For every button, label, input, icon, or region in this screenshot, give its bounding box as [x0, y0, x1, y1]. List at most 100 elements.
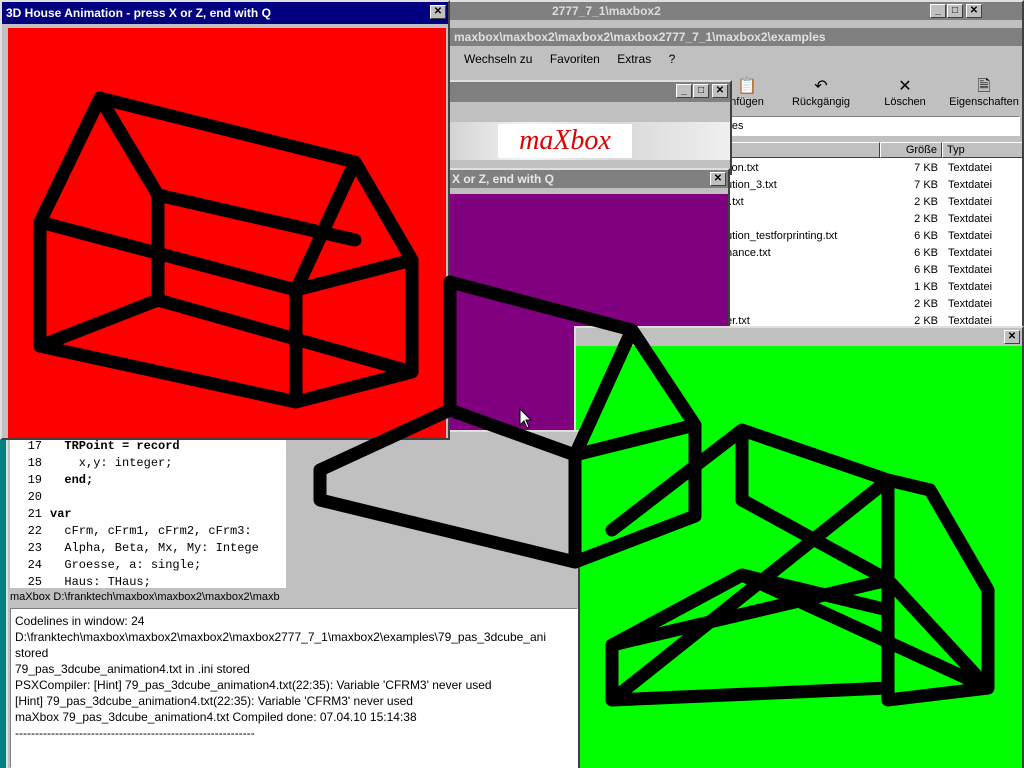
- minimize-button[interactable]: _: [676, 84, 692, 98]
- output-line: maXbox 79_pas_3dcube_animation4.txt Comp…: [15, 710, 417, 724]
- output-line: [Hint] 79_pas_3dcube_animation4.txt(22:3…: [15, 694, 413, 708]
- file-type: Textdatei: [948, 179, 993, 191]
- close-button[interactable]: ✕: [966, 4, 982, 18]
- output-line: PSXCompiler: [Hint] 79_pas_3dcube_animat…: [15, 678, 492, 692]
- column-type-label: Typ: [947, 144, 965, 156]
- code-line[interactable]: 20: [10, 489, 50, 506]
- maxbox-banner: maXbox: [442, 122, 730, 160]
- column-header-size[interactable]: Größe: [880, 142, 942, 158]
- code-line[interactable]: 22 cFrm, cFrm1, cFrm2, cFrm3:: [10, 523, 252, 540]
- maxbox-window[interactable]: _ □ ✕ maXbox: [440, 80, 732, 175]
- file-row[interactable]: tion.txt 7 KB Textdatei: [724, 160, 1022, 177]
- close-button[interactable]: ✕: [430, 5, 446, 19]
- line-number: 21: [27, 507, 42, 521]
- file-size: 7 KB: [914, 162, 938, 174]
- file-row[interactable]: ution_testforprinting.txt 6 KB Textdatei: [724, 228, 1022, 245]
- file-size: 2 KB: [914, 298, 938, 310]
- file-row[interactable]: nance.txt 6 KB Textdatei: [724, 245, 1022, 262]
- line-number: 23: [27, 541, 42, 555]
- editor-statusbar: maXbox D:\franktech\maxbox\maxbox2\maxbo…: [10, 590, 286, 604]
- file-type: Textdatei: [948, 264, 993, 276]
- code-text: Alpha, Beta, Mx, My: Intege: [50, 541, 259, 555]
- file-row[interactable]: 2 KB Textdatei: [724, 211, 1022, 228]
- file-size: 6 KB: [914, 247, 938, 259]
- menu-favoriten[interactable]: Favoriten: [550, 52, 600, 66]
- file-row[interactable]: 2 KB Textdatei: [724, 296, 1022, 313]
- close-button[interactable]: ✕: [710, 172, 726, 186]
- file-size: 1 KB: [914, 281, 938, 293]
- green-titlebar[interactable]: ✕: [576, 328, 1022, 346]
- explorer-menubar: Wechseln zu Favoriten Extras ?: [464, 52, 689, 66]
- file-row[interactable]: 6 KB Textdatei: [724, 262, 1022, 279]
- red-titlebar[interactable]: 3D House Animation - press X or Z, end w…: [2, 2, 448, 24]
- delete-label: Löschen: [884, 96, 926, 108]
- file-list[interactable]: tion.txt 7 KB Textdatei ution_3.txt 7 KB Text…: [724, 158, 1022, 338]
- file-type: Textdatei: [948, 230, 993, 242]
- close-button[interactable]: ✕: [712, 84, 728, 98]
- column-header-name[interactable]: [724, 142, 880, 158]
- file-name: nance.txt: [726, 247, 771, 259]
- explorer-titlebar[interactable]: maxbox\maxbox2\maxbox2\maxbox2777_7_1\ma…: [442, 28, 1022, 46]
- red-house-window[interactable]: 3D House Animation - press X or Z, end w…: [0, 0, 450, 440]
- line-number: 22: [27, 524, 42, 538]
- maxbox-titlebar[interactable]: _ □ ✕: [442, 82, 730, 102]
- file-size: 2 KB: [914, 196, 938, 208]
- delete-icon: ✕: [898, 78, 912, 95]
- menu-extras[interactable]: Extras: [617, 52, 651, 66]
- paste-label: nfügen: [730, 96, 764, 108]
- maximize-button[interactable]: □: [947, 4, 963, 18]
- code-text: end;: [50, 473, 94, 487]
- close-button[interactable]: ✕: [1004, 330, 1020, 344]
- code-line[interactable]: 18 x,y: integer;: [10, 455, 173, 472]
- code-text: var: [50, 507, 72, 521]
- address-field[interactable]: iles: [724, 116, 1020, 136]
- column-header-type[interactable]: Typ: [942, 142, 1022, 158]
- file-size: 7 KB: [914, 179, 938, 191]
- file-type: Textdatei: [948, 196, 993, 208]
- maximize-button[interactable]: □: [693, 84, 709, 98]
- code-line[interactable]: 17 TRPoint = record: [10, 438, 180, 455]
- code-line[interactable]: 23 Alpha, Beta, Mx, My: Intege: [10, 540, 259, 557]
- file-size: 2 KB: [914, 213, 938, 225]
- explorer-window-back-titlebar[interactable]: 2777_7_1\maxbox2 _ □ ✕: [442, 2, 1022, 20]
- editor-window[interactable]: 17 TRPoint = record 18 x,y: integer; 19 en…: [6, 430, 580, 768]
- file-type: Textdatei: [948, 298, 993, 310]
- red-canvas[interactable]: [8, 28, 446, 438]
- file-type: Textdatei: [948, 162, 993, 174]
- properties-label: Eigenschaften: [949, 96, 1019, 108]
- file-name: ution_testforprinting.txt: [726, 230, 838, 242]
- code-editor[interactable]: 17 TRPoint = record 18 x,y: integer; 19 en…: [10, 432, 286, 591]
- code-line[interactable]: 24 Groesse, a: single;: [10, 557, 202, 574]
- line-number: 17: [27, 439, 42, 453]
- green-house-window[interactable]: ✕: [574, 326, 1024, 768]
- line-number: 19: [27, 473, 42, 487]
- code-text: cFrm, cFrm1, cFrm2, cFrm3:: [50, 524, 252, 538]
- explorer-back-title: 2777_7_1\maxbox2: [552, 4, 661, 18]
- file-type: Textdatei: [948, 213, 993, 225]
- green-canvas[interactable]: [576, 346, 1022, 768]
- red-title: 3D House Animation - press X or Z, end w…: [6, 6, 271, 20]
- file-size: 6 KB: [914, 230, 938, 242]
- file-row[interactable]: 1 KB Textdatei: [724, 279, 1022, 296]
- undo-icon: ↶: [814, 78, 828, 95]
- properties-button[interactable]: 🗎 Eigenschaften: [942, 78, 1022, 112]
- code-line[interactable]: 19 end;: [10, 472, 94, 489]
- code-text: Haus: THaus;: [50, 575, 151, 589]
- file-row[interactable]: t.txt 2 KB Textdatei: [724, 194, 1022, 211]
- output-memo[interactable]: Codelines in window: 24 D:\franktech\maxb…: [10, 608, 578, 768]
- code-line[interactable]: 25 Haus: THaus;: [10, 574, 151, 591]
- file-type: Textdatei: [948, 247, 993, 259]
- minimize-button[interactable]: _: [930, 4, 946, 18]
- line-number: 20: [27, 490, 42, 504]
- code-line[interactable]: 21 var: [10, 506, 72, 523]
- explorer-title: maxbox\maxbox2\maxbox2\maxbox2777_7_1\ma…: [454, 30, 826, 44]
- file-row[interactable]: ution_3.txt 7 KB Textdatei: [724, 177, 1022, 194]
- delete-button[interactable]: ✕ Löschen: [870, 78, 940, 112]
- menu-help[interactable]: ?: [669, 52, 676, 66]
- output-line: 79_pas_3dcube_animation4.txt in .ini sto…: [15, 662, 250, 676]
- line-number: 18: [27, 456, 42, 470]
- file-size: 6 KB: [914, 264, 938, 276]
- menu-wechseln[interactable]: Wechseln zu: [464, 52, 532, 66]
- undo-button[interactable]: ↶ Rückgängig: [786, 78, 856, 112]
- line-number: 24: [27, 558, 42, 572]
